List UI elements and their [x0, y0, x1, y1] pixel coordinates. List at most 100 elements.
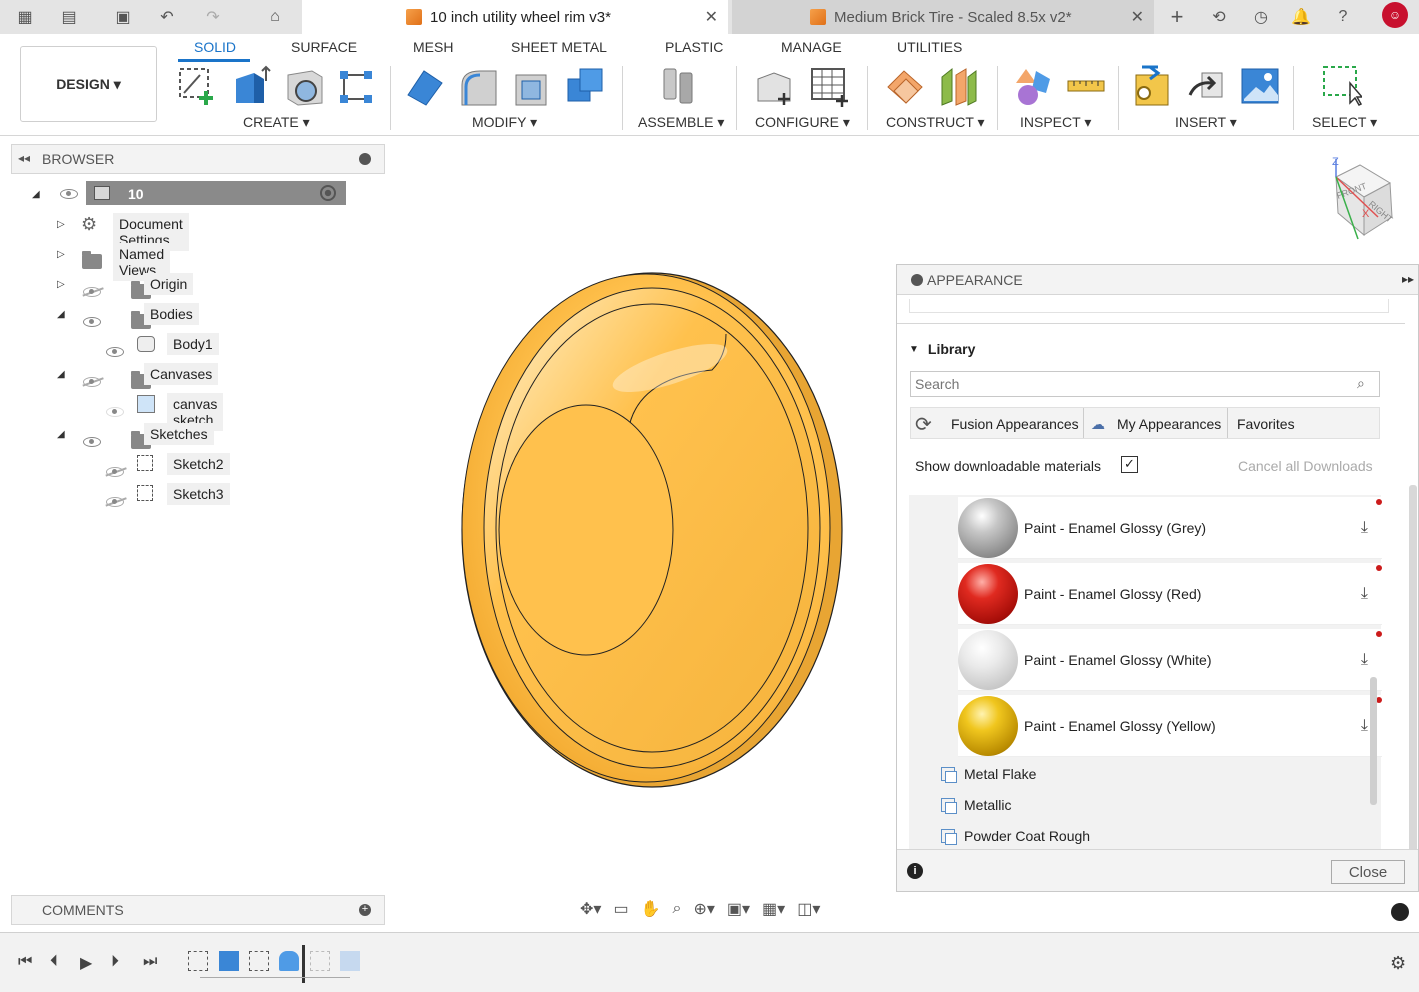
visibility-eye-icon[interactable] — [106, 407, 124, 417]
display-settings-icon[interactable]: ▣▾ — [727, 899, 750, 919]
tree-item-canvas-sketch[interactable]: canvas sketch — [101, 391, 224, 431]
new-tab-icon[interactable]: + — [1166, 4, 1188, 29]
close-tab-icon[interactable]: ✕ — [1131, 7, 1144, 27]
window-select-icon[interactable] — [1320, 65, 1362, 107]
activate-radio-icon[interactable] — [320, 185, 336, 201]
insert-derive-icon[interactable] — [1186, 65, 1228, 107]
timeline-revolve-icon[interactable] — [279, 951, 299, 971]
fillet-icon[interactable] — [458, 65, 500, 107]
minimize-panel-icon[interactable] — [359, 153, 371, 165]
tree-item-sketches[interactable]: ◢ Sketches — [55, 421, 214, 449]
measure-icon[interactable] — [1066, 65, 1108, 107]
help-icon[interactable]: ? — [1332, 6, 1354, 28]
expand-triangle-icon[interactable]: ▷ — [57, 249, 65, 260]
material-item[interactable]: Paint - Enamel Glossy (Red) ⤓ — [958, 563, 1382, 625]
tab-mesh[interactable]: MESH — [413, 39, 453, 55]
document-tab-inactive[interactable]: Medium Brick Tire - Scaled 8.5x v2* ✕ — [732, 0, 1154, 34]
tab-manage[interactable]: MANAGE — [781, 39, 842, 55]
timeline-sketch-icon[interactable] — [249, 951, 269, 971]
configuration-table-icon[interactable] — [808, 65, 850, 107]
select-menu[interactable]: SELECT ▾ — [1312, 114, 1377, 131]
download-icon[interactable]: ⤓ — [1361, 585, 1368, 603]
file-menu-icon[interactable]: ▤ — [58, 6, 80, 28]
visibility-eye-icon[interactable] — [106, 347, 124, 357]
comments-panel-header[interactable]: COMMENTS + — [11, 895, 385, 925]
library-section-header[interactable]: ▼ Library — [909, 341, 975, 357]
close-tab-icon[interactable]: ✕ — [705, 7, 718, 27]
tab-utilities[interactable]: UTILITIES — [897, 39, 962, 55]
add-comment-icon[interactable]: + — [359, 904, 371, 916]
tree-item-named-views[interactable]: ▷ Named Views — [55, 241, 171, 281]
download-icon[interactable]: ⤓ — [1361, 651, 1368, 669]
category-item[interactable]: Powder Coat Rough — [941, 824, 1090, 848]
material-item[interactable]: Paint - Enamel Glossy (Yellow) ⤓ — [958, 695, 1382, 757]
tree-item-body1[interactable]: Body1 — [101, 331, 219, 357]
viewports-icon[interactable]: ◫▾ — [797, 899, 820, 919]
tree-item-canvases[interactable]: ◢ Canvases — [55, 361, 219, 389]
step-forward-icon[interactable]: ⏵ — [111, 953, 119, 971]
assemble-menu[interactable]: ASSEMBLE ▾ — [638, 114, 724, 131]
create-menu[interactable]: CREATE ▾ — [243, 114, 310, 131]
list-scrollbar[interactable] — [1370, 677, 1377, 805]
visibility-hidden-icon[interactable] — [106, 497, 124, 507]
timeline-feature-icon[interactable] — [340, 951, 360, 971]
pattern-icon[interactable] — [336, 65, 378, 107]
extrude-icon[interactable] — [230, 65, 272, 107]
insert-svg-icon[interactable] — [1132, 65, 1174, 107]
tree-item-bodies[interactable]: ◢ Bodies — [55, 301, 199, 329]
user-avatar[interactable]: ☺ — [1382, 2, 1408, 28]
shell-icon[interactable] — [512, 65, 554, 107]
expand-triangle-icon[interactable]: ▷ — [57, 279, 65, 290]
collapse-triangle-icon[interactable]: ◢ — [32, 189, 40, 200]
download-icon[interactable]: ⤓ — [1361, 717, 1368, 735]
tab-favorites[interactable]: Favorites — [1237, 416, 1295, 432]
collapse-triangle-icon[interactable]: ◢ — [57, 309, 65, 320]
close-button[interactable]: Close — [1331, 860, 1405, 884]
model-viewport[interactable] — [440, 260, 860, 800]
tab-my-appearances[interactable]: My Appearances — [1117, 416, 1221, 432]
expand-panel-icon[interactable]: ▸▸ — [1402, 272, 1414, 286]
press-pull-icon[interactable] — [404, 65, 446, 107]
document-tab-active[interactable]: 10 inch utility wheel rim v3* ✕ — [302, 0, 728, 34]
tree-item-sketch2[interactable]: Sketch2 — [101, 451, 230, 477]
create-sketch-icon[interactable] — [176, 65, 218, 107]
configure-menu[interactable]: CONFIGURE ▾ — [755, 114, 850, 131]
ai-assistant-icon[interactable] — [1391, 903, 1409, 921]
tab-sheet-metal[interactable]: SHEET METAL — [511, 39, 607, 55]
info-icon[interactable]: i — [907, 863, 923, 879]
timeline-sketch-icon[interactable] — [310, 951, 330, 971]
go-to-start-icon[interactable]: ⏮ — [18, 953, 32, 971]
tree-item-origin[interactable]: ▷ Origin — [55, 271, 194, 299]
tab-fusion-appearances[interactable]: Fusion Appearances — [951, 416, 1079, 432]
fit-icon[interactable]: ⊕▾ — [693, 899, 714, 919]
collapse-panel-icon[interactable]: ◂◂ — [18, 151, 30, 165]
collapse-triangle-icon[interactable]: ◢ — [57, 429, 65, 440]
tab-solid[interactable]: SOLID — [194, 39, 236, 55]
play-icon[interactable]: ▶ — [80, 953, 92, 973]
visibility-hidden-icon[interactable] — [83, 287, 101, 297]
timeline-canvas-icon[interactable] — [219, 951, 239, 971]
visibility-eye-icon[interactable] — [60, 189, 78, 199]
panel-scrollbar[interactable] — [1409, 485, 1417, 853]
inspect-menu[interactable]: INSPECT ▾ — [1020, 114, 1091, 131]
insert-canvas-icon[interactable] — [1240, 65, 1282, 107]
joint-icon[interactable] — [658, 65, 700, 107]
insert-menu[interactable]: INSERT ▾ — [1175, 114, 1237, 131]
pan-icon[interactable]: ✋ — [641, 899, 661, 919]
redo-icon[interactable]: ↷ — [202, 6, 224, 28]
save-icon[interactable]: ▣ — [112, 6, 134, 28]
timeline-settings-gear-icon[interactable]: ⚙ — [1390, 953, 1406, 974]
tab-surface[interactable]: SURFACE — [291, 39, 357, 55]
combine-icon[interactable] — [564, 65, 606, 107]
section-analysis-icon[interactable] — [1012, 65, 1054, 107]
search-icon[interactable]: ⌕ — [1357, 375, 1365, 392]
download-icon[interactable]: ⤓ — [1361, 519, 1368, 537]
go-to-end-icon[interactable]: ⏭ — [143, 953, 157, 971]
minimize-panel-icon[interactable] — [911, 274, 923, 286]
revolve-icon[interactable] — [284, 65, 326, 107]
home-icon[interactable]: ⌂ — [264, 6, 286, 28]
step-back-icon[interactable]: ⏴ — [50, 953, 58, 971]
visibility-eye-icon[interactable] — [83, 437, 101, 447]
rim-hub-face[interactable] — [498, 404, 674, 656]
extensions-icon[interactable]: ⟲ — [1208, 6, 1230, 28]
